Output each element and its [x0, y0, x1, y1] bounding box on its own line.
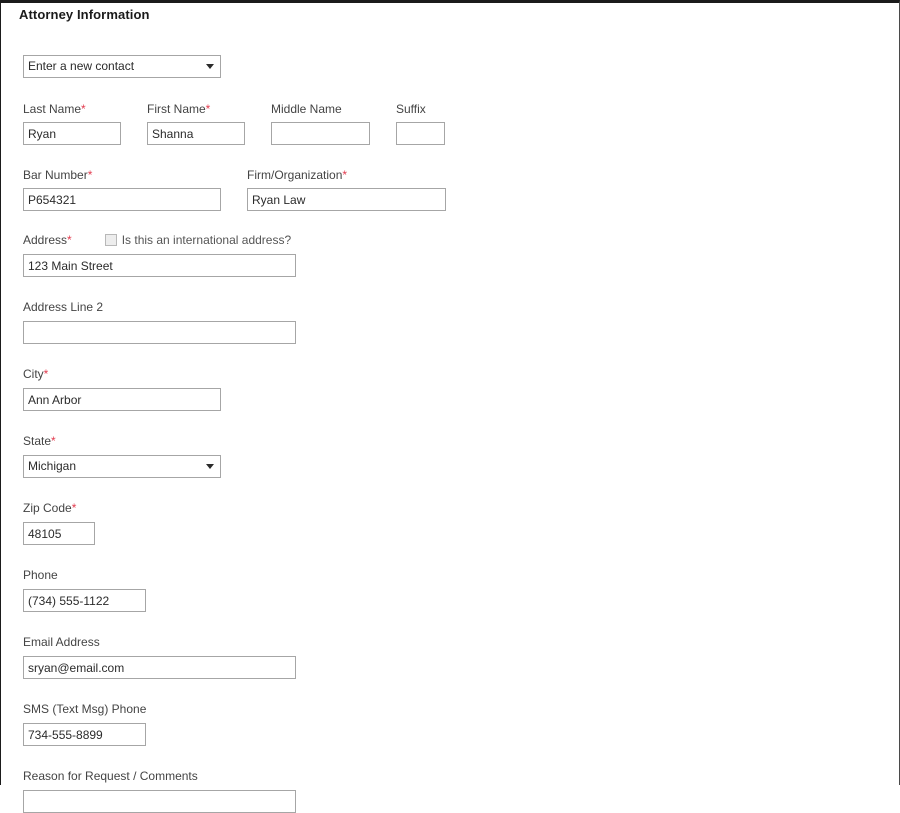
address-line-2-input[interactable]: [23, 321, 296, 344]
required-asterisk: *: [51, 434, 56, 448]
chevron-down-icon: [206, 464, 214, 469]
firm-organization-input[interactable]: [247, 188, 446, 211]
state-label-text: State: [23, 434, 52, 448]
state-select-value: Michigan: [28, 459, 77, 473]
state-group: State* Michigan: [23, 434, 463, 478]
middle-name-label: Middle Name: [271, 102, 370, 116]
contact-picker-row: Enter a new contact: [23, 55, 463, 78]
suffix-group: Suffix: [396, 102, 445, 145]
page-title: Attorney Information: [19, 7, 150, 22]
middle-name-input[interactable]: [271, 122, 370, 145]
suffix-input[interactable]: [396, 122, 445, 145]
required-asterisk: *: [87, 168, 93, 182]
zip-code-input[interactable]: [23, 522, 95, 545]
international-address-checkbox-label[interactable]: Is this an international address?: [122, 233, 291, 247]
first-name-group: First Name*: [147, 102, 245, 145]
attorney-information-panel: Attorney Information Enter a new contact…: [0, 0, 900, 813]
zip-code-label: Zip Code*: [23, 501, 463, 515]
phone-label: Phone: [23, 568, 463, 582]
bar-number-group: Bar Number*: [23, 168, 221, 211]
international-address-checkbox-group[interactable]: Is this an international address?: [104, 233, 291, 247]
address-line-2-label-text: Address Line 2: [23, 300, 104, 314]
bar-number-label: Bar Number*: [23, 168, 221, 182]
email-address-group: Email Address: [23, 635, 463, 679]
reason-for-request-label: Reason for Request / Comments: [23, 769, 463, 783]
phone-input[interactable]: [23, 589, 146, 612]
sms-phone-label-text: SMS (Text Msg) Phone: [23, 702, 147, 716]
bar-firm-row: Bar Number* Firm/Organization*: [23, 168, 463, 211]
last-name-input[interactable]: [23, 122, 121, 145]
reason-for-request-group: Reason for Request / Comments: [23, 769, 463, 813]
suffix-label-text: Suffix: [396, 102, 426, 116]
city-label: City*: [23, 367, 463, 381]
suffix-label: Suffix: [396, 102, 445, 116]
required-asterisk: *: [205, 102, 211, 116]
attorney-information-form: Enter a new contact Last Name* First Nam…: [23, 55, 463, 813]
required-asterisk: *: [43, 367, 49, 381]
firm-organization-label: Firm/Organization*: [247, 168, 446, 182]
middle-name-group: Middle Name: [271, 102, 370, 145]
zip-code-label-text: Zip Code: [23, 501, 72, 515]
chevron-down-icon: [206, 64, 214, 69]
city-group: City*: [23, 367, 463, 411]
email-address-label: Email Address: [23, 635, 463, 649]
required-asterisk: *: [71, 501, 77, 515]
state-label: State*: [23, 434, 463, 448]
last-name-label: Last Name*: [23, 102, 121, 116]
firm-organization-label-text: Firm/Organization: [247, 168, 343, 182]
sms-phone-input[interactable]: [23, 723, 146, 746]
first-name-input[interactable]: [147, 122, 245, 145]
email-address-input[interactable]: [23, 656, 296, 679]
address-header: Address* Is this an international addres…: [23, 233, 463, 247]
sms-phone-label: SMS (Text Msg) Phone: [23, 702, 463, 716]
last-name-label-text: Last Name: [23, 102, 82, 116]
reason-for-request-input[interactable]: [23, 790, 296, 813]
required-asterisk: *: [67, 233, 72, 247]
middle-name-label-text: Middle Name: [271, 102, 342, 116]
address-label: Address*: [23, 233, 72, 247]
address-input[interactable]: [23, 254, 296, 277]
reason-for-request-label-text: Reason for Request / Comments: [23, 769, 198, 783]
name-row: Last Name* First Name* Middle Name Suffi…: [23, 102, 463, 145]
sms-phone-group: SMS (Text Msg) Phone: [23, 702, 463, 746]
last-name-group: Last Name*: [23, 102, 121, 145]
address-line-2-group: Address Line 2: [23, 300, 463, 344]
bar-number-input[interactable]: [23, 188, 221, 211]
city-label-text: City: [23, 367, 44, 381]
city-input[interactable]: [23, 388, 221, 411]
first-name-label: First Name*: [147, 102, 245, 116]
bar-number-label-text: Bar Number: [23, 168, 88, 182]
firm-organization-group: Firm/Organization*: [247, 168, 446, 211]
address-line-2-label: Address Line 2: [23, 300, 463, 314]
required-asterisk: *: [81, 102, 86, 116]
state-select[interactable]: Michigan: [23, 455, 221, 478]
phone-label-text: Phone: [23, 568, 58, 582]
address-group: Address* Is this an international addres…: [23, 233, 463, 277]
required-asterisk: *: [342, 168, 348, 182]
zip-code-group: Zip Code*: [23, 501, 463, 545]
first-name-label-text: First Name: [147, 102, 206, 116]
address-label-text: Address: [23, 233, 68, 247]
phone-group: Phone: [23, 568, 463, 612]
email-address-label-text: Email Address: [23, 635, 100, 649]
international-address-checkbox[interactable]: [104, 234, 117, 246]
contact-select[interactable]: Enter a new contact: [23, 55, 221, 78]
contact-select-value: Enter a new contact: [28, 59, 135, 73]
